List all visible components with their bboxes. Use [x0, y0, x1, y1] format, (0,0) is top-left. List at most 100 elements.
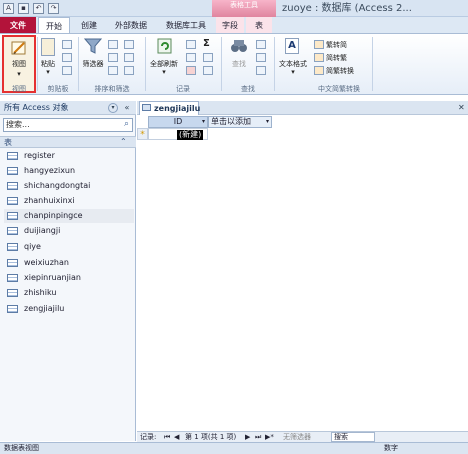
copy-icon[interactable]: [62, 53, 72, 62]
save-icon[interactable]: ▪: [18, 3, 29, 14]
table-icon: [7, 182, 18, 190]
nav-item-zhanhuixinxi[interactable]: zhanhuixinxi: [4, 194, 134, 208]
view-icon: [11, 40, 27, 56]
text-format-icon[interactable]: A: [285, 38, 299, 54]
simp-to-trad-button[interactable]: 繁转简: [326, 40, 356, 50]
table-icon: [7, 167, 18, 175]
group-collapse-icon[interactable]: ⌃: [120, 137, 127, 146]
group-label-sort-filter: 排序和筛选: [94, 85, 130, 93]
find-button-label[interactable]: 查找: [226, 59, 252, 69]
group-label-views: 视图: [12, 85, 26, 93]
table-icon: [7, 197, 18, 205]
nav-item-xiepinruanjian[interactable]: xiepinruanjian: [4, 271, 134, 285]
nav-item-chanpinpingce[interactable]: chanpinpingce: [4, 209, 134, 223]
nav-group-tables[interactable]: 表: [0, 136, 136, 148]
totals-icon[interactable]: Σ: [203, 38, 210, 49]
nav-item-hangyezixun[interactable]: hangyezixun: [4, 164, 134, 178]
select-icon[interactable]: [256, 66, 266, 75]
nav-item-register[interactable]: register: [4, 149, 134, 163]
table-icon: [142, 104, 151, 111]
tab-table[interactable]: 表: [246, 17, 272, 34]
table-icon: [7, 274, 18, 282]
group-label-chinese-conversion: 中文简繁转换: [318, 85, 360, 93]
spelling-icon[interactable]: [203, 53, 213, 62]
nav-item-zengjiajilu[interactable]: zengjiajilu: [4, 302, 134, 316]
trad-to-simp-icon[interactable]: [314, 53, 324, 62]
column-header-id[interactable]: ID ▾: [148, 116, 208, 128]
refresh-all-icon[interactable]: [156, 37, 174, 55]
table-icon: [7, 212, 18, 220]
replace-icon[interactable]: [256, 40, 266, 49]
tab-database-tools[interactable]: 数据库工具: [158, 17, 214, 34]
filter-button-label[interactable]: 筛选器: [80, 59, 106, 69]
binoculars-icon[interactable]: [230, 38, 248, 54]
column-dropdown-icon[interactable]: ▾: [202, 117, 205, 127]
nav-item-shichangdongtai[interactable]: shichangdongtai: [4, 179, 134, 193]
group-label-clipboard: 剪贴板: [47, 85, 69, 93]
table-icon: [7, 289, 18, 297]
tab-external-data[interactable]: 外部数据: [106, 17, 156, 34]
cut-icon[interactable]: [62, 40, 72, 49]
simp-to-trad-icon[interactable]: [314, 40, 324, 49]
close-icon[interactable]: ✕: [458, 103, 465, 112]
text-format-dropdown-arrow[interactable]: ▾: [276, 68, 310, 76]
trad-to-simp-button[interactable]: 简转繁: [326, 53, 356, 63]
delete-record-icon[interactable]: [186, 66, 196, 75]
paste-dropdown-arrow[interactable]: ▾: [38, 68, 58, 76]
nav-item-zhishiku[interactable]: zhishiku: [4, 286, 134, 300]
tab-file[interactable]: 文件: [0, 17, 36, 34]
search-icon[interactable]: ⌕: [121, 119, 132, 131]
tab-home[interactable]: 开始: [38, 17, 70, 34]
nav-item-duijiangji[interactable]: duijiangji: [4, 224, 134, 238]
view-dropdown-arrow: ▾: [17, 70, 21, 78]
paste-icon[interactable]: [41, 38, 55, 56]
nav-item-weixiuzhan[interactable]: weixiuzhan: [4, 256, 134, 270]
window-title: zuoye : 数据库 (Access 2...: [282, 3, 412, 14]
access-app-icon[interactable]: A: [3, 3, 14, 14]
view-button-label: 视图: [12, 60, 26, 68]
new-record-cell[interactable]: (新建): [148, 128, 208, 140]
more-icon[interactable]: [203, 66, 213, 75]
sort-ascending-icon[interactable]: [108, 40, 118, 49]
group-divider: [274, 37, 275, 91]
simp-trad-convert-icon[interactable]: [314, 66, 324, 75]
save-record-icon[interactable]: [186, 53, 196, 62]
undo-icon[interactable]: ↶: [33, 3, 44, 14]
nav-collapse-icon[interactable]: «: [122, 103, 132, 113]
table-icon: [7, 305, 18, 313]
sort-descending-icon[interactable]: [108, 53, 118, 62]
status-num-lock: 数字: [384, 444, 398, 452]
table-icon: [7, 227, 18, 235]
group-divider: [221, 37, 222, 91]
selection-filter-icon[interactable]: [124, 40, 134, 49]
nav-search-input[interactable]: 搜索...: [3, 118, 133, 132]
datasheet-area: [137, 101, 468, 441]
record-search-input[interactable]: 搜索: [331, 432, 375, 442]
group-label-find: 查找: [241, 85, 255, 93]
table-icon: [7, 152, 18, 160]
simp-trad-convert-button[interactable]: 简繁转换: [326, 66, 362, 76]
new-record-icon[interactable]: [186, 40, 196, 49]
nav-item-qiye[interactable]: qiye: [4, 240, 134, 254]
group-divider: [78, 37, 79, 91]
status-view-name: 数据表视图: [4, 444, 39, 452]
status-bar: 数据表视图 数字: [0, 442, 468, 454]
remove-sort-icon[interactable]: [108, 66, 118, 75]
tab-fields[interactable]: 字段: [216, 17, 244, 34]
column-dropdown-icon[interactable]: ▾: [266, 117, 269, 127]
goto-icon[interactable]: [256, 53, 266, 62]
nav-menu-dropdown-icon[interactable]: ▾: [108, 103, 118, 113]
redo-icon[interactable]: ↷: [48, 3, 59, 14]
toggle-filter-icon[interactable]: [124, 66, 134, 75]
group-divider: [372, 37, 373, 91]
table-icon: [7, 259, 18, 267]
refresh-dropdown-arrow[interactable]: ▾: [146, 68, 182, 76]
column-header-click-to-add[interactable]: 单击以添加 ▾: [208, 116, 272, 128]
advanced-filter-icon[interactable]: [124, 53, 134, 62]
filter-icon[interactable]: [83, 37, 103, 55]
format-painter-icon[interactable]: [62, 66, 72, 75]
tab-create[interactable]: 创建: [74, 17, 104, 34]
new-row-selector[interactable]: *: [137, 128, 148, 140]
group-label-records: 记录: [176, 85, 190, 93]
table-icon: [7, 243, 18, 251]
